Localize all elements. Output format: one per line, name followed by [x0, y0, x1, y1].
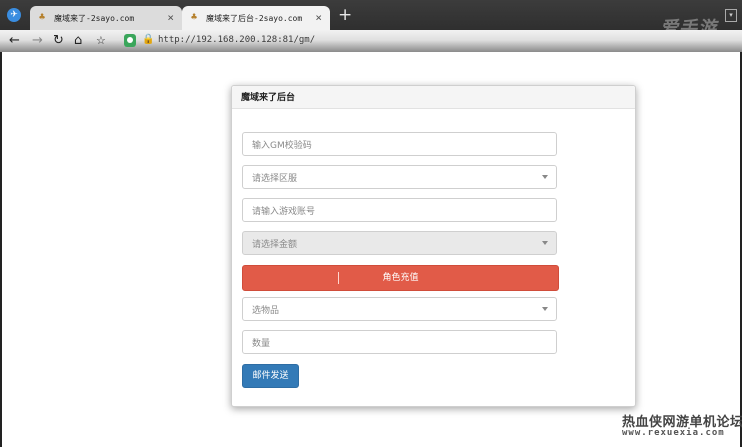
tab-title: 魔域来了-2sayo.com	[54, 14, 135, 23]
panel-title: 魔域来了后台	[232, 86, 635, 109]
chevron-down-icon	[542, 175, 548, 179]
back-icon[interactable]: ←	[9, 33, 20, 49]
tab-2[interactable]: ♣ 魔域来了后台-2sayo.com ×	[182, 6, 330, 30]
favicon-icon: ♣	[39, 12, 46, 23]
shield-icon[interactable]	[124, 34, 136, 47]
item-select-label: 选物品	[252, 306, 280, 316]
quantity-input[interactable]: 数量	[242, 330, 557, 354]
chevron-down-icon	[542, 307, 548, 311]
tab-title: 魔域来了后台-2sayo.com	[206, 14, 303, 23]
mail-send-button[interactable]: 邮件发送	[242, 364, 299, 388]
tab-bar: ✈ ♣ 魔域来了-2sayo.com × ♣ 魔域来了后台-2sayo.com …	[0, 0, 742, 39]
insecure-lock-icon[interactable]: 🔒	[142, 34, 154, 45]
watermark-site-url: www.rexuexia.com	[622, 428, 725, 438]
close-icon[interactable]: ×	[167, 11, 174, 24]
server-select-label: 请选择区服	[252, 174, 298, 184]
browser-toolbar: ← → ↻ ⌂ ☆ 🔒 http://192.168.200.128:81/gm…	[0, 30, 742, 52]
close-icon[interactable]: ×	[315, 11, 322, 24]
address-bar[interactable]: http://192.168.200.128:81/gm/	[158, 35, 315, 45]
quantity-placeholder: 数量	[252, 339, 271, 349]
favicon-icon: ♣	[191, 12, 198, 23]
reload-icon[interactable]: ↻	[53, 33, 64, 49]
home-icon[interactable]: ⌂	[74, 33, 82, 49]
server-select[interactable]: 请选择区服	[242, 165, 557, 189]
new-tab-button[interactable]: +	[338, 5, 352, 25]
account-input[interactable]: 请输入游戏账号	[242, 198, 557, 222]
window-menu-icon[interactable]: ▾	[725, 9, 737, 22]
forward-icon[interactable]: →	[32, 33, 43, 49]
item-select[interactable]: 选物品	[242, 297, 557, 321]
window-edge	[0, 52, 2, 447]
tab-1[interactable]: ♣ 魔域来了-2sayo.com ×	[30, 6, 182, 30]
browser-logo-icon[interactable]: ✈	[7, 8, 21, 22]
amount-select[interactable]: 请选择金额	[242, 231, 557, 255]
recharge-button-label: 角色充值	[382, 273, 419, 283]
gm-panel: 魔域来了后台 输入GM校验码 请选择区服 请输入游戏账号 请选择金额 角色充值 …	[231, 85, 636, 407]
recharge-button[interactable]: 角色充值	[242, 265, 559, 291]
chevron-down-icon	[542, 241, 548, 245]
amount-select-label: 请选择金额	[252, 240, 298, 250]
gm-code-placeholder: 输入GM校验码	[252, 141, 312, 151]
favorites-icon[interactable]: ☆	[96, 33, 106, 49]
account-placeholder: 请输入游戏账号	[252, 207, 316, 217]
gm-code-input[interactable]: 输入GM校验码	[242, 132, 557, 156]
text-cursor-icon	[338, 272, 339, 284]
